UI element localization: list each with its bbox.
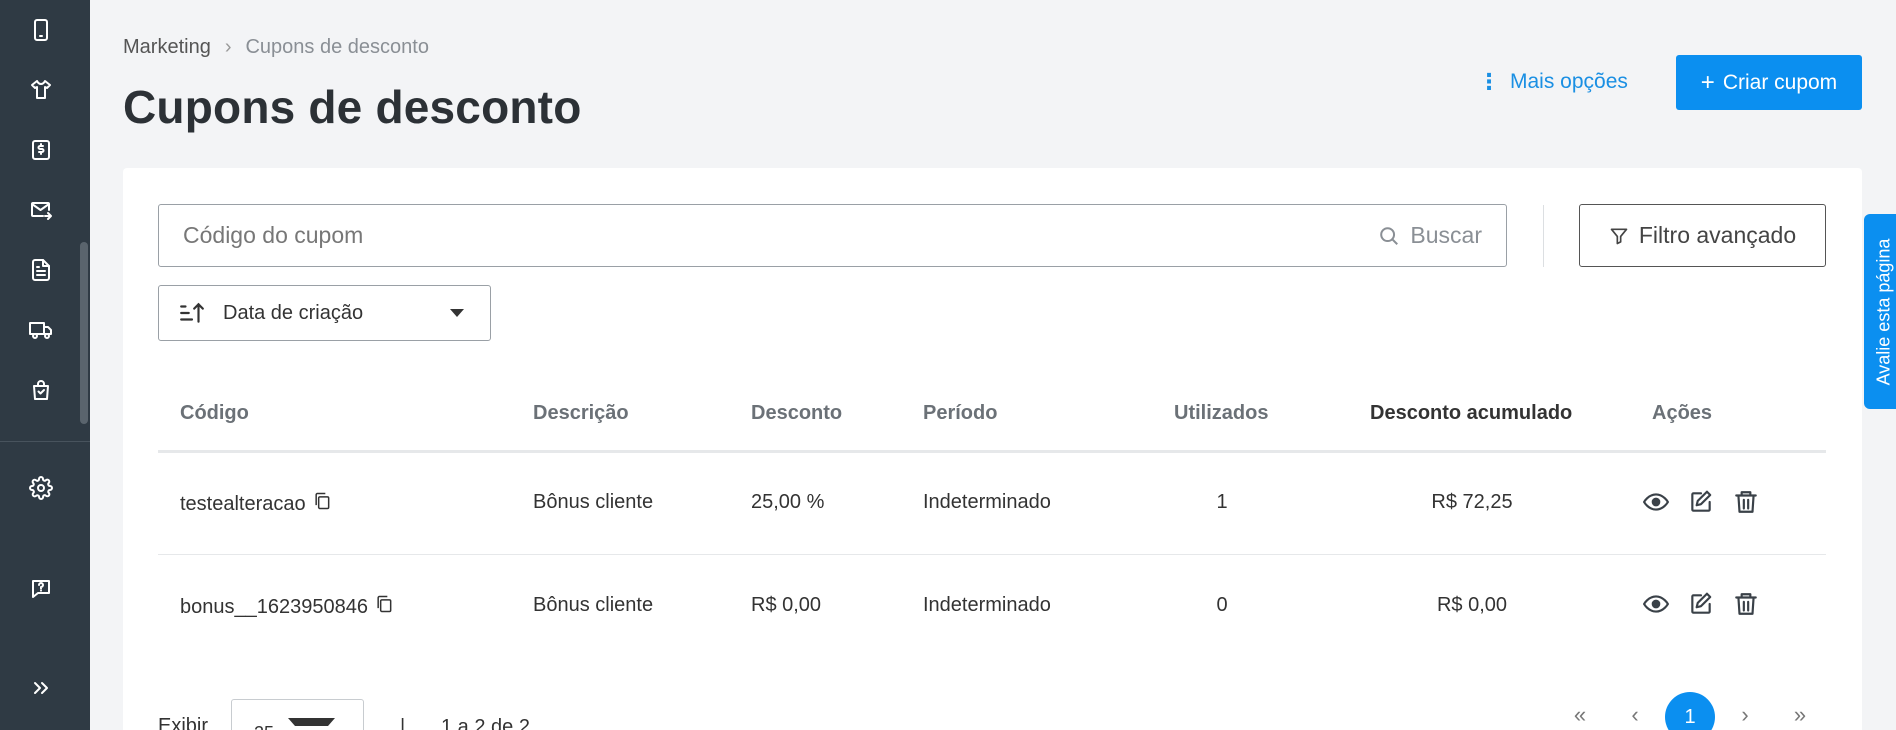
- dollar-icon[interactable]: [26, 135, 56, 165]
- edit-icon[interactable]: [1688, 489, 1714, 520]
- table-header-divider: [158, 450, 1826, 453]
- advanced-filter-button[interactable]: Filtro avançado: [1579, 204, 1826, 267]
- sidebar-divider: [0, 441, 90, 442]
- delete-icon[interactable]: [1733, 591, 1759, 622]
- column-header-description[interactable]: Descrição: [533, 402, 629, 425]
- breadcrumb-current: Cupons de desconto: [245, 36, 429, 58]
- column-header-actions: Ações: [1652, 402, 1713, 424]
- first-page-button[interactable]: «: [1565, 702, 1595, 728]
- view-icon[interactable]: [1643, 591, 1669, 622]
- shopping-bag-icon[interactable]: [26, 375, 56, 405]
- last-page-button[interactable]: »: [1785, 702, 1815, 728]
- column-header-used[interactable]: Utilizados: [1174, 402, 1268, 425]
- rate-page-tab[interactable]: Avalie esta página: [1864, 214, 1896, 409]
- coupon-code: bonus__1623950846: [180, 595, 368, 618]
- caret-down-icon: [287, 718, 335, 730]
- coupon-used: 1: [1216, 491, 1228, 513]
- caret-down-icon: [450, 309, 464, 317]
- create-coupon-label: Criar cupom: [1722, 70, 1838, 94]
- per-page-value: 25: [254, 705, 288, 730]
- coupon-description: Bônus cliente: [533, 594, 654, 616]
- coupon-used: 0: [1216, 594, 1228, 616]
- create-coupon-button[interactable]: + Criar cupom: [1676, 55, 1862, 110]
- shirt-icon[interactable]: [26, 75, 56, 105]
- view-icon[interactable]: [1643, 489, 1669, 520]
- sidebar: [0, 0, 90, 730]
- range-separator: |: [400, 716, 406, 730]
- column-header-code[interactable]: Código: [180, 402, 249, 425]
- help-chat-icon[interactable]: [26, 574, 56, 604]
- more-options-label: Mais opções: [1510, 70, 1628, 93]
- coupon-code: testealteracao: [180, 492, 306, 515]
- advanced-filter-label: Filtro avançado: [1638, 222, 1797, 248]
- sort-select-value: Data de criação: [223, 301, 364, 324]
- breadcrumb: Marketing › Cupons de desconto: [123, 36, 429, 59]
- prev-page-button[interactable]: ‹: [1620, 702, 1650, 728]
- rate-page-label: Avalie esta página: [1873, 238, 1894, 385]
- show-label: Exibir: [158, 715, 209, 730]
- search-button[interactable]: Buscar: [1378, 222, 1482, 249]
- filter-icon: [1610, 228, 1628, 244]
- kebab-icon: ⋮: [1478, 69, 1500, 94]
- coupon-accumulated: R$ 0,00: [1436, 594, 1508, 616]
- results-range: 1 a 2 de 2: [441, 716, 530, 730]
- coupon-code-cell: bonus__1623950846: [180, 594, 394, 620]
- more-options-button[interactable]: ⋮ Mais opções: [1478, 70, 1628, 94]
- mail-send-icon[interactable]: [26, 195, 56, 225]
- row-divider: [158, 554, 1826, 555]
- coupon-discount: R$ 0,00: [751, 594, 822, 616]
- page-title: Cupons de desconto: [123, 81, 582, 133]
- search-button-label: Buscar: [1410, 222, 1482, 248]
- breadcrumb-marketing[interactable]: Marketing: [123, 36, 211, 59]
- coupon-code-search-input[interactable]: [183, 222, 1379, 249]
- breadcrumb-separator: ›: [224, 36, 232, 58]
- coupon-discount: 25,00 %: [751, 491, 825, 513]
- coupon-code-cell: testealteracao: [180, 491, 332, 517]
- copy-icon[interactable]: [312, 491, 332, 517]
- search-box: Buscar: [158, 204, 1507, 267]
- search-divider: [1543, 205, 1544, 267]
- coupon-description: Bônus cliente: [533, 491, 654, 513]
- sort-icon: [180, 302, 204, 323]
- plus-icon: +: [1700, 68, 1715, 96]
- gear-icon[interactable]: [26, 473, 56, 503]
- truck-icon[interactable]: [26, 315, 56, 345]
- search-icon: [1380, 226, 1399, 245]
- copy-icon[interactable]: [374, 594, 394, 620]
- tablet-icon[interactable]: [26, 15, 56, 45]
- next-page-button[interactable]: ›: [1730, 702, 1760, 728]
- sidebar-scrollbar[interactable]: [80, 242, 88, 424]
- column-header-period[interactable]: Período: [923, 402, 997, 425]
- per-page-select[interactable]: 25: [231, 699, 364, 730]
- coupon-period: Indeterminado: [923, 594, 1051, 616]
- coupon-accumulated: R$ 72,25: [1431, 491, 1513, 513]
- column-header-discount[interactable]: Desconto: [751, 402, 842, 425]
- sort-select[interactable]: Data de criação: [158, 285, 491, 341]
- coupon-period: Indeterminado: [923, 491, 1051, 513]
- edit-icon[interactable]: [1688, 591, 1714, 622]
- expand-icon[interactable]: [26, 673, 56, 703]
- column-header-accumulated-discount[interactable]: Desconto acumulado: [1370, 402, 1572, 425]
- document-icon[interactable]: [26, 255, 56, 285]
- delete-icon[interactable]: [1733, 489, 1759, 520]
